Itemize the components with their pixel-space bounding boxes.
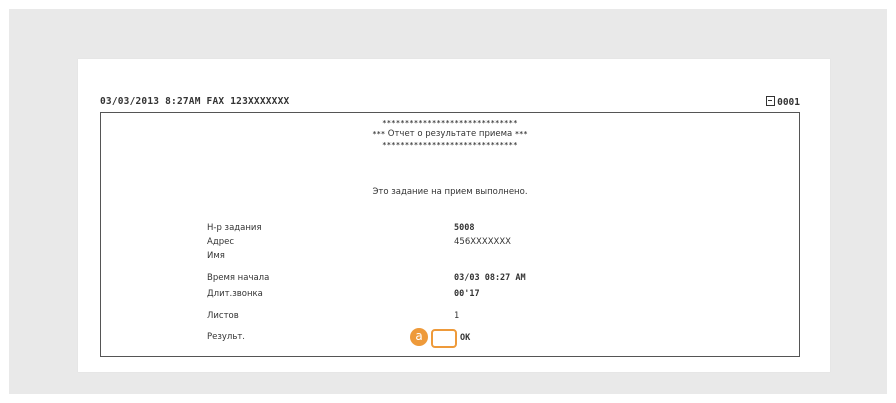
field-label: Время начала xyxy=(207,273,270,283)
field-label: Адрес xyxy=(207,237,234,247)
field-value: 456XXXXXXX xyxy=(454,237,511,247)
field-value: 00'17 xyxy=(454,289,480,299)
report-frame: ****************************** *** Отчет… xyxy=(100,112,800,357)
result-value: OK xyxy=(460,333,471,343)
field-label: Имя xyxy=(207,251,225,261)
status-message: Это задание на прием выполнено. xyxy=(372,187,528,197)
report-title: Отчет о результате приема xyxy=(387,129,513,139)
title-stars-right: *** xyxy=(514,130,528,138)
field-label: Листов xyxy=(207,311,239,321)
page-number: 0001 xyxy=(777,97,800,108)
field-value: 5008 xyxy=(454,223,475,233)
header-page-number: 0001 xyxy=(766,96,800,108)
field-row: Адрес 456XXXXXXX xyxy=(101,237,799,250)
field-label: Н-р задания xyxy=(207,223,262,233)
field-row: Листов 1 xyxy=(101,311,799,324)
callout-badge: a xyxy=(410,328,428,346)
field-label: Длит.звонка xyxy=(207,289,263,299)
field-row: Длит.звонка 00'17 xyxy=(101,289,799,302)
result-highlight xyxy=(431,329,457,348)
page-icon xyxy=(766,96,776,106)
field-row: Имя xyxy=(101,251,799,264)
field-row: Н-р задания 5008 xyxy=(101,223,799,236)
field-row: Время начала 03/03 08:27 AM xyxy=(101,273,799,286)
stars-top: ****************************** xyxy=(382,119,518,127)
header-date-fax: 03/03/2013 8:27AM FAX 123XXXXXXX xyxy=(100,96,290,107)
report-title-line: *** Отчет о результате приема *** xyxy=(101,129,799,139)
title-stars-left: *** xyxy=(372,130,386,138)
stars-bottom: ****************************** xyxy=(382,141,518,149)
report-sheet: 03/03/2013 8:27AM FAX 123XXXXXXX 0001 **… xyxy=(78,59,830,372)
field-value: 03/03 08:27 AM xyxy=(454,273,526,283)
field-value: 1 xyxy=(454,311,460,321)
report-header: 03/03/2013 8:27AM FAX 123XXXXXXX 0001 xyxy=(100,96,800,110)
field-label: Результ. xyxy=(207,332,246,342)
